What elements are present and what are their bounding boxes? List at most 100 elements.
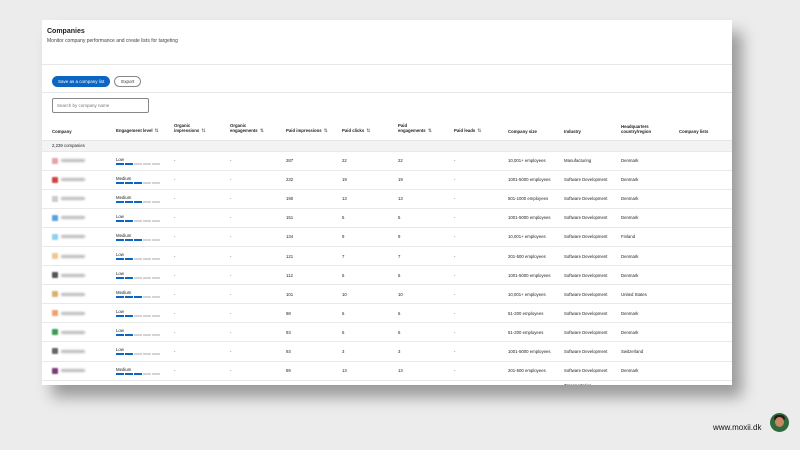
engagement-segment xyxy=(152,162,160,165)
lists-cell xyxy=(669,303,732,324)
engagement-cell: Low xyxy=(106,265,164,286)
paid-engagements-cell: 3 xyxy=(388,341,444,362)
column-header-label: Company lists xyxy=(679,128,709,134)
engagement-segment xyxy=(152,200,160,203)
engagement-cell: Medium xyxy=(106,284,164,305)
engagement-segment xyxy=(116,277,124,280)
table-row[interactable]: Low - -287 22 22-10,001+ employees Manufactur… xyxy=(42,151,732,171)
table-row[interactable]: Low - -93 3 3-1001-5000 employees Software De… xyxy=(42,341,732,362)
table-row[interactable]: Medium - -89 13 13-201-500 employees Software… xyxy=(42,361,732,381)
organic-engagements-cell: - xyxy=(220,341,276,362)
company-cell[interactable] xyxy=(42,265,106,286)
company-cell[interactable] xyxy=(42,170,106,190)
engagement-segment xyxy=(143,372,151,375)
size-cell: 10,001+ employees xyxy=(498,227,554,247)
column-header[interactable]: Organic impressions ⇅ xyxy=(164,115,220,141)
engagement-segment xyxy=(125,219,133,222)
table-row[interactable]: Low - -151 5 5-1001-5000 employees Software D… xyxy=(42,208,732,228)
company-name-redacted xyxy=(61,292,85,296)
column-header-label: Headquarters country/region xyxy=(621,123,652,134)
engagement-segment xyxy=(116,219,124,222)
page-title: Companies xyxy=(47,28,85,35)
table-row[interactable]: Low - -112 5 5-1001-5000 employees Software D… xyxy=(42,265,732,286)
toolbar: Save as a company list Export xyxy=(42,71,732,93)
paid-leads-cell: - xyxy=(444,380,498,385)
column-header: Company lists xyxy=(669,115,732,141)
export-button[interactable]: Export xyxy=(114,76,142,87)
company-logo-icon xyxy=(52,176,58,183)
sort-icon[interactable]: ⇅ xyxy=(155,128,159,134)
company-cell[interactable] xyxy=(42,341,106,362)
paid-leads-cell: - xyxy=(444,303,498,324)
sort-icon[interactable]: ⇅ xyxy=(201,128,205,134)
column-header[interactable]: Engagement level ⇅ xyxy=(106,115,164,141)
companies-panel: Companies Monitor company performance an… xyxy=(42,20,732,385)
country-cell: Denmark xyxy=(611,246,669,267)
engagement-segment xyxy=(134,315,142,318)
industry-cell: Software Development xyxy=(554,303,611,324)
paid-clicks-cell: 13 xyxy=(332,361,388,381)
sort-icon[interactable]: ⇅ xyxy=(477,128,481,134)
company-cell[interactable] xyxy=(42,151,106,171)
organic-impressions-cell: - xyxy=(164,265,220,286)
size-cell: 10,001+ employees xyxy=(498,284,554,305)
paid-impressions-cell: 93 xyxy=(276,322,332,343)
save-company-list-button[interactable]: Save as a company list xyxy=(52,76,111,87)
company-cell[interactable] xyxy=(42,322,106,343)
table-row[interactable]: Low - -93 6 6-51-200 employees Software Devel… xyxy=(42,322,732,343)
company-cell[interactable] xyxy=(42,189,106,209)
engagement-segment xyxy=(134,353,142,356)
table-row[interactable]: Medium - -134 9 9-10,001+ employees Software … xyxy=(42,227,732,247)
organic-impressions-cell: - xyxy=(164,322,220,343)
company-cell[interactable] xyxy=(42,380,106,385)
size-cell: 1001-5000 employees xyxy=(498,341,554,362)
table-row[interactable]: Medium - -232 19 19-1001-5000 employees Softw… xyxy=(42,170,732,190)
engagement-label: Low xyxy=(116,213,124,219)
country-cell: United States xyxy=(611,284,669,305)
column-header-label: Paid impressions xyxy=(286,127,322,133)
table-row[interactable]: Low - -98 6 6-51-200 employees Software Devel… xyxy=(42,303,732,324)
engagement-bar xyxy=(116,238,161,241)
country-cell: Denmark xyxy=(611,170,669,190)
company-cell[interactable] xyxy=(42,227,106,247)
engagement-bar xyxy=(116,372,161,375)
blurred-company xyxy=(52,310,103,317)
paid-impressions-cell: 112 xyxy=(276,265,332,286)
company-cell[interactable] xyxy=(42,284,106,305)
company-cell[interactable] xyxy=(42,361,106,381)
engagement-segment xyxy=(134,277,142,280)
organic-engagements-cell: - xyxy=(220,151,276,171)
lists-cell xyxy=(669,361,732,381)
table-row[interactable]: Medium - -190 13 13-501-1000 employees Softwa… xyxy=(42,189,732,209)
company-name-redacted xyxy=(61,197,85,201)
sort-icon[interactable]: ⇅ xyxy=(260,128,264,134)
engagement-label: Medium xyxy=(116,175,132,181)
company-cell[interactable] xyxy=(42,208,106,228)
search-input[interactable]: Search by company name xyxy=(52,98,149,113)
column-header[interactable]: Paid leads ⇅ xyxy=(444,115,498,141)
paid-engagements-cell: 6 xyxy=(388,322,444,343)
paid-leads-cell: - xyxy=(444,170,498,190)
table-row[interactable]: Medium - -101 10 10-10,001+ employees Softwar… xyxy=(42,284,732,305)
engagement-segment xyxy=(134,258,142,261)
column-header[interactable]: Paid clicks ⇅ xyxy=(332,115,388,141)
paid-engagements-cell: 13 xyxy=(388,189,444,209)
lists-cell xyxy=(669,227,732,247)
column-header[interactable]: Paid engagements ⇅ xyxy=(388,115,444,141)
company-cell[interactable] xyxy=(42,246,106,267)
table-row[interactable]: Very Low--78---10,001+ employeesTranspor… xyxy=(42,380,732,385)
sort-icon[interactable]: ⇅ xyxy=(324,128,328,134)
sort-icon[interactable]: ⇅ xyxy=(428,128,432,134)
sort-icon[interactable]: ⇅ xyxy=(366,128,370,134)
engagement-segment xyxy=(116,258,124,261)
paid-clicks-cell: 7 xyxy=(332,246,388,267)
company-cell[interactable] xyxy=(42,303,106,324)
table-row[interactable]: Low - -121 7 7-201-500 employees Software Dev… xyxy=(42,246,732,267)
paid-impressions-cell: 232 xyxy=(276,170,332,190)
company-name-redacted xyxy=(61,254,85,258)
size-cell: 10,001+ employees xyxy=(498,151,554,171)
lists-cell xyxy=(669,151,732,171)
column-header[interactable]: Paid impressions ⇅ xyxy=(276,115,332,141)
column-header[interactable]: Organic engagements ⇅ xyxy=(220,115,276,141)
blurred-company xyxy=(52,214,103,221)
